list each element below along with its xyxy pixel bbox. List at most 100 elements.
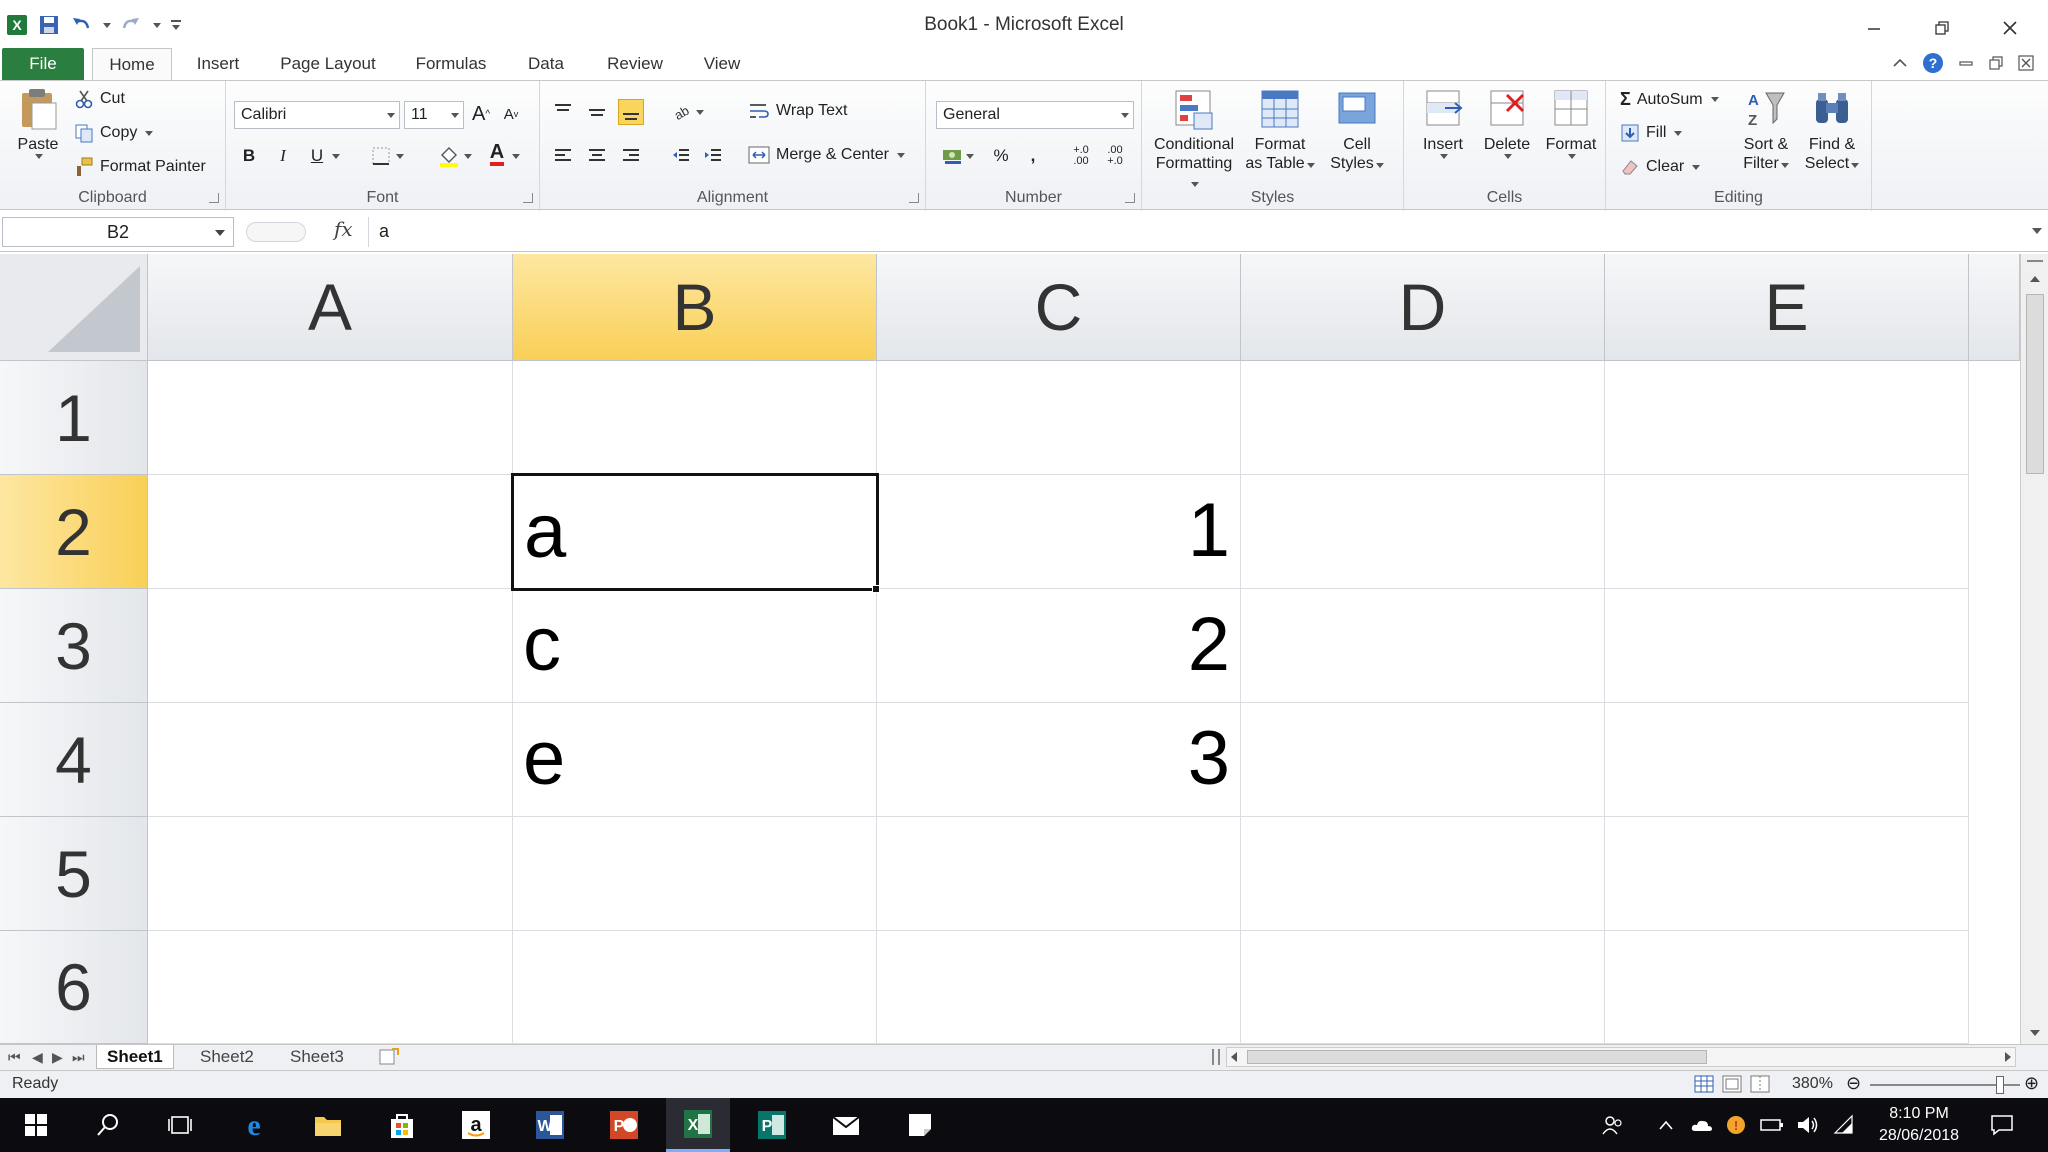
help-icon[interactable]: ?	[1922, 52, 1944, 78]
name-box[interactable]: B2	[2, 217, 234, 247]
cut-button[interactable]: Cut	[74, 89, 125, 109]
underline-dropdown-icon[interactable]	[328, 143, 342, 169]
fill-button[interactable]: Fill	[1620, 123, 1683, 143]
cell-d6[interactable]	[1241, 931, 1605, 1044]
zoom-slider-thumb[interactable]	[1996, 1076, 2004, 1094]
orientation-button[interactable]: ab	[668, 99, 708, 125]
tab-data[interactable]: Data	[516, 48, 576, 80]
clipboard-launcher-icon[interactable]	[209, 193, 219, 203]
tab-file[interactable]: File	[2, 48, 84, 80]
cell-c5[interactable]	[877, 817, 1241, 931]
insert-sheet-icon[interactable]	[378, 1047, 402, 1067]
zoom-level[interactable]: 380%	[1792, 1075, 1833, 1093]
excel-taskbar-button[interactable]: X	[666, 1098, 730, 1152]
row-header-1[interactable]: 1	[0, 361, 148, 475]
word-button[interactable]: W	[518, 1098, 582, 1152]
prev-sheet-icon[interactable]: ◀	[32, 1049, 43, 1066]
scroll-up-icon[interactable]	[2030, 276, 2040, 282]
last-sheet-icon[interactable]: ⏭	[72, 1049, 85, 1066]
cell-e3[interactable]	[1605, 589, 1969, 703]
decrease-decimal-button[interactable]: .00 +.0	[1100, 143, 1130, 169]
cell-b6[interactable]	[513, 931, 877, 1044]
font-launcher-icon[interactable]	[523, 193, 533, 203]
next-sheet-icon[interactable]: ▶	[52, 1049, 63, 1066]
cell-e5[interactable]	[1605, 817, 1969, 931]
workbook-close-icon[interactable]	[2018, 55, 2034, 75]
format-painter-button[interactable]: Format Painter	[74, 157, 206, 177]
vertical-scroll-thumb[interactable]	[2026, 294, 2044, 474]
show-hidden-icons-icon[interactable]	[1650, 1098, 1682, 1152]
cell-b1[interactable]	[513, 361, 877, 475]
edge-browser-button[interactable]: e	[222, 1098, 286, 1152]
alignment-launcher-icon[interactable]	[909, 193, 919, 203]
accounting-format-button[interactable]	[938, 143, 978, 169]
tab-home[interactable]: Home	[92, 48, 172, 80]
zoom-slider[interactable]	[1870, 1076, 2020, 1094]
underline-button[interactable]: U	[304, 143, 330, 169]
formula-input[interactable]: a	[368, 217, 2024, 247]
column-header-e[interactable]: E	[1605, 254, 1969, 361]
cell-e4[interactable]	[1605, 703, 1969, 817]
zoom-out-icon[interactable]: ⊖	[1846, 1073, 1861, 1094]
format-as-table-button[interactable]: Format as Table	[1242, 87, 1318, 173]
insert-function-button[interactable]: fx	[334, 217, 353, 241]
sheet-tab-sheet3[interactable]: Sheet3	[280, 1045, 354, 1069]
horizontal-scroll-thumb[interactable]	[1247, 1050, 1707, 1064]
increase-decimal-button[interactable]: +.0 .00	[1066, 143, 1096, 169]
battery-icon[interactable]	[1756, 1098, 1788, 1152]
conditional-formatting-button[interactable]: Conditional Formatting	[1152, 87, 1236, 192]
fill-handle[interactable]	[872, 585, 880, 593]
cell-e1[interactable]	[1605, 361, 1969, 475]
middle-align-button[interactable]	[584, 99, 610, 125]
horizontal-scrollbar[interactable]	[1226, 1047, 2016, 1067]
borders-dropdown-icon[interactable]	[392, 143, 406, 169]
number-format-combo[interactable]: General	[936, 101, 1134, 129]
autosum-button[interactable]: Σ AutoSum	[1620, 89, 1719, 110]
task-view-button[interactable]	[148, 1098, 212, 1152]
shrink-font-button[interactable]: Av	[498, 101, 524, 127]
cell-b3[interactable]: c	[513, 589, 877, 703]
store-button[interactable]	[370, 1098, 434, 1152]
page-break-view-icon[interactable]	[1750, 1075, 1770, 1098]
format-cells-button[interactable]: Format	[1540, 87, 1602, 159]
comma-style-button[interactable]: ,	[1020, 143, 1046, 169]
cell-b5[interactable]	[513, 817, 877, 931]
publisher-button[interactable]: P	[740, 1098, 804, 1152]
bold-button[interactable]: B	[236, 143, 262, 169]
scroll-left-icon[interactable]	[1231, 1052, 1237, 1062]
column-header-a[interactable]: A	[148, 254, 513, 361]
increase-indent-button[interactable]	[700, 143, 726, 169]
find-select-button[interactable]: Find & Select	[1800, 87, 1864, 173]
cell-c2[interactable]: 1	[877, 475, 1241, 589]
top-align-button[interactable]	[550, 99, 576, 125]
cell-a5[interactable]	[148, 817, 513, 931]
cell-c1[interactable]	[877, 361, 1241, 475]
select-all-button[interactable]	[0, 254, 148, 361]
align-left-button[interactable]	[550, 143, 576, 169]
italic-button[interactable]: I	[270, 143, 296, 169]
sheet-tab-sheet2[interactable]: Sheet2	[190, 1045, 264, 1069]
workbook-restore-icon[interactable]	[1988, 55, 2004, 75]
scroll-down-icon[interactable]	[2030, 1030, 2040, 1036]
row-header-5[interactable]: 5	[0, 817, 148, 931]
decrease-indent-button[interactable]	[668, 143, 694, 169]
row-header-6[interactable]: 6	[0, 931, 148, 1044]
formula-bar-resize-handle[interactable]	[246, 222, 306, 242]
sticky-notes-button[interactable]	[888, 1098, 952, 1152]
normal-view-icon[interactable]	[1694, 1075, 1714, 1098]
cell-styles-button[interactable]: Cell Styles	[1322, 87, 1392, 173]
column-header-c[interactable]: C	[877, 254, 1241, 361]
font-size-combo[interactable]: 11	[404, 101, 464, 129]
expand-formula-bar-icon[interactable]	[2032, 228, 2042, 234]
volume-icon[interactable]	[1792, 1098, 1824, 1152]
column-header-b[interactable]: B	[513, 254, 877, 361]
paste-button[interactable]: Paste	[10, 87, 66, 159]
tab-insert[interactable]: Insert	[186, 48, 250, 80]
fill-color-button[interactable]	[436, 143, 462, 169]
split-box[interactable]	[2027, 260, 2043, 264]
cell-c6[interactable]	[877, 931, 1241, 1044]
security-alert-icon[interactable]: !	[1720, 1098, 1752, 1152]
onedrive-icon[interactable]	[1686, 1098, 1718, 1152]
bottom-align-button[interactable]	[618, 99, 644, 125]
minimize-ribbon-icon[interactable]	[1892, 56, 1908, 74]
